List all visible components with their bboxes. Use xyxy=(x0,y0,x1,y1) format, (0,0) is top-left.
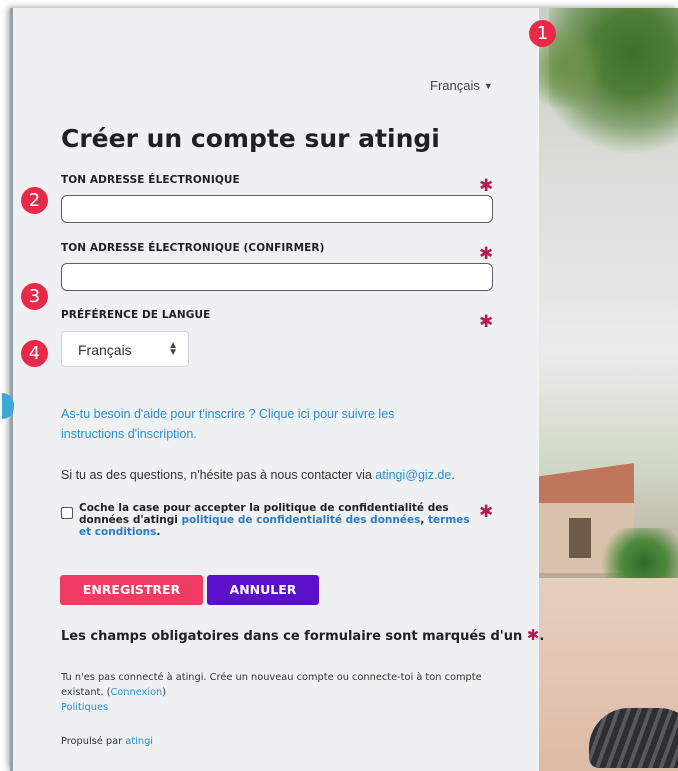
required-icon: ✱ xyxy=(479,312,494,331)
contact-suffix: . xyxy=(451,468,455,482)
contact-text: Si tu as des questions, n'hésite pas à n… xyxy=(61,468,372,482)
consent-end: . xyxy=(156,526,161,538)
required-note-end: . xyxy=(539,629,545,644)
language-preference-value: Français xyxy=(78,342,132,358)
caret-down-icon: ▼ xyxy=(483,81,493,91)
cancel-button[interactable]: ANNULER xyxy=(207,575,319,605)
required-note-star-icon: ✱ xyxy=(526,626,540,644)
required-icon: ✱ xyxy=(479,244,494,263)
select-arrows-icon: ▲ ▼ xyxy=(168,340,178,358)
powered-by: Propulsé par atingi xyxy=(61,734,501,749)
language-preference-label: PRÉFÉRENCE DE LANGUE xyxy=(61,309,211,321)
login-info: Tu n'es pas connecté à atingi. Crée un n… xyxy=(61,670,501,715)
privacy-policy-link[interactable]: politique de confidentialité des données xyxy=(182,514,421,526)
callout-badge-1: 1 xyxy=(529,20,556,47)
consent-text: Coche la case pour accepter la politique… xyxy=(79,502,479,538)
email-confirm-label: TON ADRESSE ÉLECTRONIQUE (CONFIRMER) xyxy=(61,242,325,254)
policies-link[interactable]: Politiques xyxy=(61,702,108,713)
contact-line: Si tu as des questions, n'hésite pas à n… xyxy=(61,468,455,482)
background-photo xyxy=(539,8,678,771)
powered-by-text: Propulsé par xyxy=(61,736,123,747)
contact-email-link[interactable]: atingi@giz.de xyxy=(375,468,451,482)
form-panel xyxy=(13,8,539,771)
window-edge xyxy=(10,8,13,771)
callout-badge-4: 4 xyxy=(21,340,48,367)
bicycle-tire xyxy=(589,708,678,768)
login-link[interactable]: Connexion xyxy=(110,687,162,698)
powered-by-link[interactable]: atingi xyxy=(125,736,153,747)
language-preference-select[interactable]: Français ▲ ▼ xyxy=(61,331,189,367)
consent-checkbox[interactable] xyxy=(61,507,73,519)
email-label: TON ADRESSE ÉLECTRONIQUE xyxy=(61,174,240,186)
house-door xyxy=(569,518,591,558)
callout-badge-3: 3 xyxy=(21,283,48,310)
email-confirm-input[interactable] xyxy=(61,263,493,291)
page-title: Créer un compte sur atingi xyxy=(61,124,440,153)
required-icon: ✱ xyxy=(479,502,494,521)
signup-help-link[interactable]: As-tu besoin d'aide pour t'inscrire ? Cl… xyxy=(61,404,441,444)
required-icon: ✱ xyxy=(479,176,494,195)
language-menu-label: Français xyxy=(430,78,480,93)
save-button[interactable]: ENREGISTRER xyxy=(60,575,203,605)
login-close: ) xyxy=(162,687,167,698)
required-note-text: Les champs obligatoires dans ce formulai… xyxy=(61,629,523,644)
consent-separator: , xyxy=(420,514,425,526)
callout-badge-2: 2 xyxy=(21,187,48,214)
required-fields-note: Les champs obligatoires dans ce formulai… xyxy=(61,626,544,644)
email-input[interactable] xyxy=(61,195,493,223)
language-menu[interactable]: Français ▼ xyxy=(430,78,493,93)
